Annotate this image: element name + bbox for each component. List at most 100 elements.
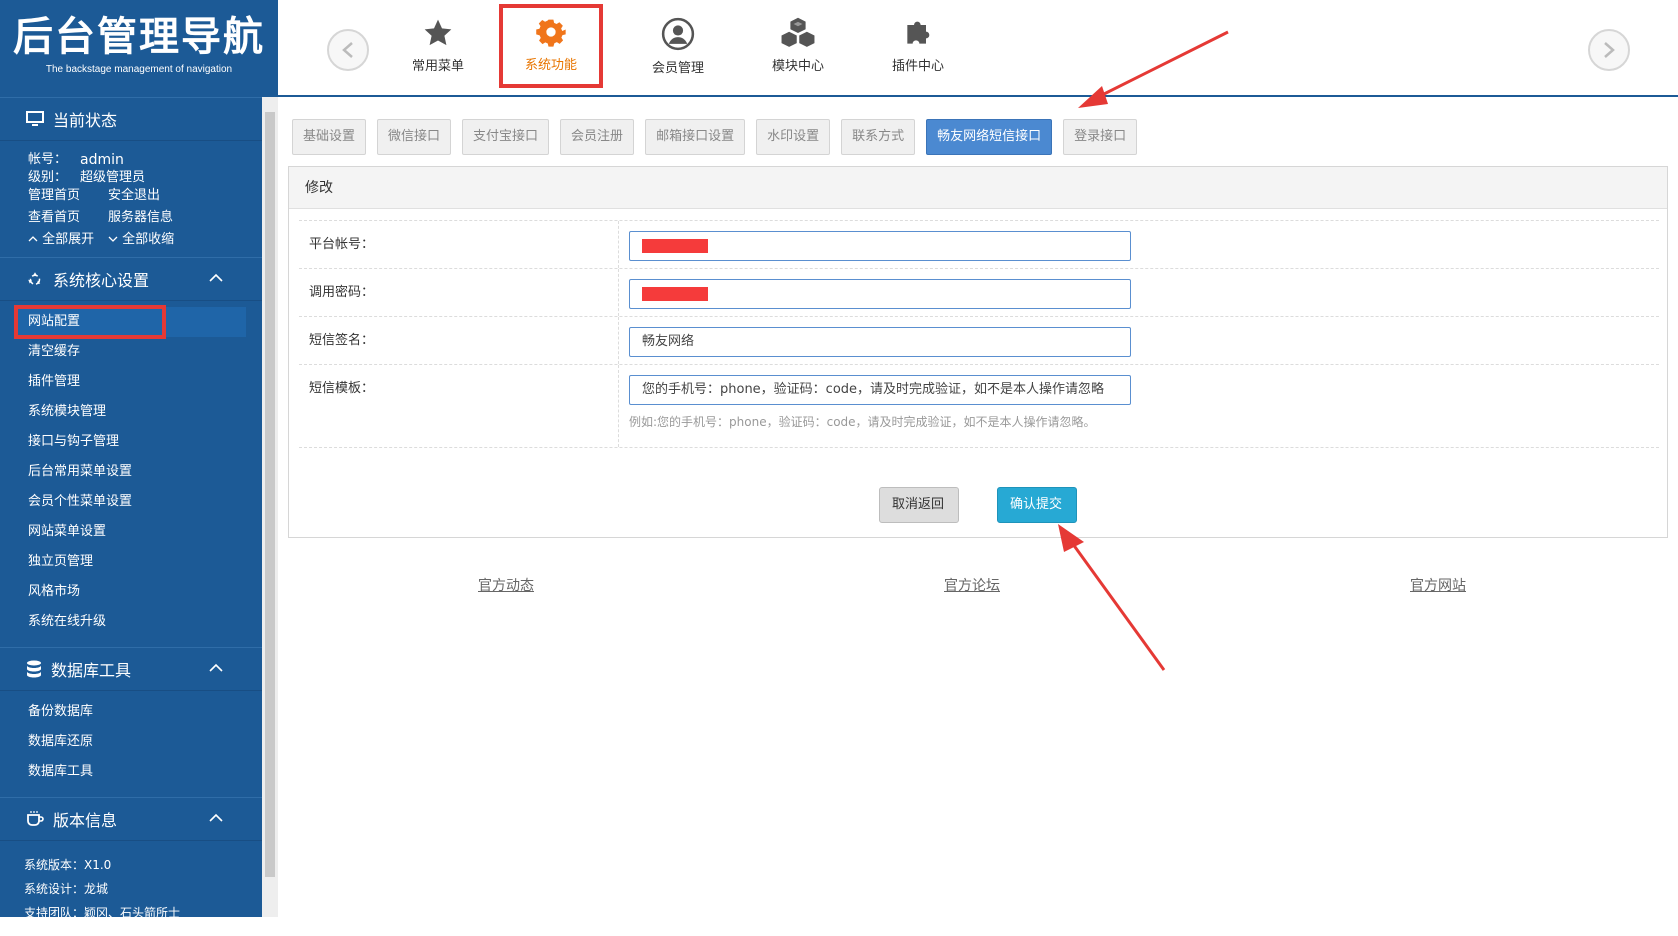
redaction-mark [642,287,708,301]
template-hint: 例如:您的手机号：phone，验证码：code，请及时完成验证，如不是本人操作请… [629,415,1096,429]
edit-panel: 修改 平台帐号： 调用密码： 短信签名： 畅友网络 短信模板： 您的手机号：ph… [288,166,1668,538]
designer-line: 系统设计：龙城 [24,882,109,896]
main-content: 基础设置 微信接口 支付宝接口 会员注册 邮箱接口设置 水印设置 联系方式 畅友… [278,97,1678,936]
sidebar-item-backup-db[interactable]: 备份数据库 [0,697,262,727]
logo-subtitle: The backstage management of navigation [45,64,233,75]
top-header: 后台管理导航 The backstage management of navig… [0,0,1678,97]
tab-login[interactable]: 登录接口 [1063,119,1138,155]
sidebar-item-site-menu[interactable]: 网站菜单设置 [0,517,262,547]
link-server-info[interactable]: 服务器信息 [108,207,188,229]
account-input[interactable] [629,231,1131,261]
topmenu-common[interactable]: 常用菜单 [384,5,492,85]
logo-title: 后台管理导航 [13,14,265,60]
sidebar-item-db-tools[interactable]: 数据库工具 [0,757,262,787]
section-db-header[interactable]: 数据库工具 [0,647,262,691]
form-row: 短信模板： 您的手机号：phone，验证码：code，请及时完成验证，如不是本人… [299,364,1659,448]
link-official-news[interactable]: 官方动态 [478,575,534,595]
field-label: 短信模板： [299,365,619,447]
tab-contact[interactable]: 联系方式 [841,119,916,155]
redaction-mark [642,239,708,253]
sidebar-item-site-config[interactable]: 网站配置 [0,305,262,339]
topmenu-system[interactable]: 系统功能 [499,4,603,88]
section-status-header[interactable]: 当前状态 [0,97,262,141]
tab-basic[interactable]: 基础设置 [292,119,367,155]
section-title: 系统核心设置 [53,271,150,290]
section-title: 数据库工具 [51,661,132,680]
status-box: 帐号： admin 级别： 超级管理员 管理首页 安全退出 查看首页 服务器信息 全部展… [0,141,262,257]
expand-all-button[interactable]: 全部展开 [28,229,108,251]
coffee-cup-icon [27,811,44,826]
link-logout[interactable]: 安全退出 [108,185,188,207]
expand-all-label: 全部展开 [42,232,95,247]
form-row: 短信签名： 畅友网络 [299,316,1659,364]
field-label: 短信签名： [299,317,619,364]
sidebar-item-admin-menu[interactable]: 后台常用菜单设置 [0,457,262,487]
sidebar-item-restore-db[interactable]: 数据库还原 [0,727,262,757]
tab-wechat[interactable]: 微信接口 [377,119,452,155]
tab-sms[interactable]: 畅友网络短信接口 [926,119,1053,155]
sidebar-item-style-market[interactable]: 风格市场 [0,577,262,607]
panel-title: 修改 [289,167,1667,209]
collapse-all-label: 全部收缩 [122,232,175,247]
tab-alipay[interactable]: 支付宝接口 [462,119,550,155]
chevron-up-icon [209,273,223,282]
submit-button[interactable]: 确认提交 [997,487,1077,523]
template-input[interactable]: 您的手机号：phone，验证码：code，请及时完成验证，如不是本人操作请忽略 [629,375,1131,405]
monitor-icon [26,111,44,126]
recycle-icon [28,272,41,285]
tab-register[interactable]: 会员注册 [560,119,635,155]
db-menu: 备份数据库 数据库还原 数据库工具 [0,691,262,797]
chevron-left-icon [342,42,353,58]
field-label: 平台帐号： [299,221,619,268]
star-icon [424,19,452,46]
chevron-up-icon [209,663,223,672]
sidebar-scrollbar-thumb[interactable] [265,112,275,877]
logo: 后台管理导航 The backstage management of navig… [0,0,278,97]
topmenu-member[interactable]: 会员管理 [624,5,732,85]
sidebar-item-clear-cache[interactable]: 清空缓存 [0,337,262,367]
topmenu-label: 模块中心 [771,59,824,74]
sidebar-item-member-menu[interactable]: 会员个性菜单设置 [0,487,262,517]
version-box: 系统版本：X1.0 系统设计：龙城 支持团队：颖冈、石头箭所士 [0,841,262,917]
link-view-home[interactable]: 查看首页 [28,207,108,229]
section-core-header[interactable]: 系统核心设置 [0,257,262,301]
scroll-right-button[interactable] [1588,29,1630,71]
field-label: 调用密码： [299,269,619,316]
settings-tabs: 基础设置 微信接口 支付宝接口 会员注册 邮箱接口设置 水印设置 联系方式 畅友… [292,119,1148,155]
form-row: 调用密码： [299,268,1659,316]
topmenu-plugins[interactable]: 插件中心 [864,5,972,85]
sidebar-item-label: 网站配置 [28,314,81,329]
section-title: 当前状态 [53,111,118,130]
tab-email[interactable]: 邮箱接口设置 [645,119,746,155]
scroll-left-button[interactable] [327,29,369,71]
chevron-up-icon [28,236,38,242]
sidebar-item-module-manage[interactable]: 系统模块管理 [0,397,262,427]
chevron-right-icon [1604,42,1615,58]
topmenu-label: 会员管理 [651,61,704,76]
sidebar-item-plugin-manage[interactable]: 插件管理 [0,367,262,397]
cancel-button[interactable]: 取消返回 [879,487,959,523]
version-line: 系统版本：X1.0 [24,858,112,872]
section-title: 版本信息 [53,811,118,830]
link-official-site[interactable]: 官方网站 [1410,575,1466,595]
puzzle-icon [907,21,930,44]
link-official-forum[interactable]: 官方论坛 [944,575,1000,595]
sms-form: 平台帐号： 调用密码： 短信签名： 畅友网络 短信模板： 您的手机号：phone… [299,220,1659,448]
chevron-up-icon [209,813,223,822]
link-admin-home[interactable]: 管理首页 [28,185,108,207]
collapse-all-button[interactable]: 全部收缩 [108,232,174,247]
password-input[interactable] [629,279,1131,309]
sidebar-item-hooks[interactable]: 接口与钩子管理 [0,427,262,457]
database-icon [27,660,41,678]
topmenu-label: 插件中心 [891,59,944,74]
section-version-header[interactable]: 版本信息 [0,797,262,841]
sidebar-item-pages[interactable]: 独立页管理 [0,547,262,577]
signature-input[interactable]: 畅友网络 [629,327,1131,357]
sidebar-item-upgrade[interactable]: 系统在线升级 [0,607,262,637]
topmenu-modules[interactable]: 模块中心 [744,5,852,85]
tab-watermark[interactable]: 水印设置 [756,119,831,155]
sidebar: 当前状态 帐号： admin 级别： 超级管理员 管理首页 安全退出 查看首页 服务器信… [0,97,262,917]
form-row: 平台帐号： [299,220,1659,268]
topmenu-label: 系统功能 [524,58,577,73]
chevron-down-icon [108,236,118,242]
